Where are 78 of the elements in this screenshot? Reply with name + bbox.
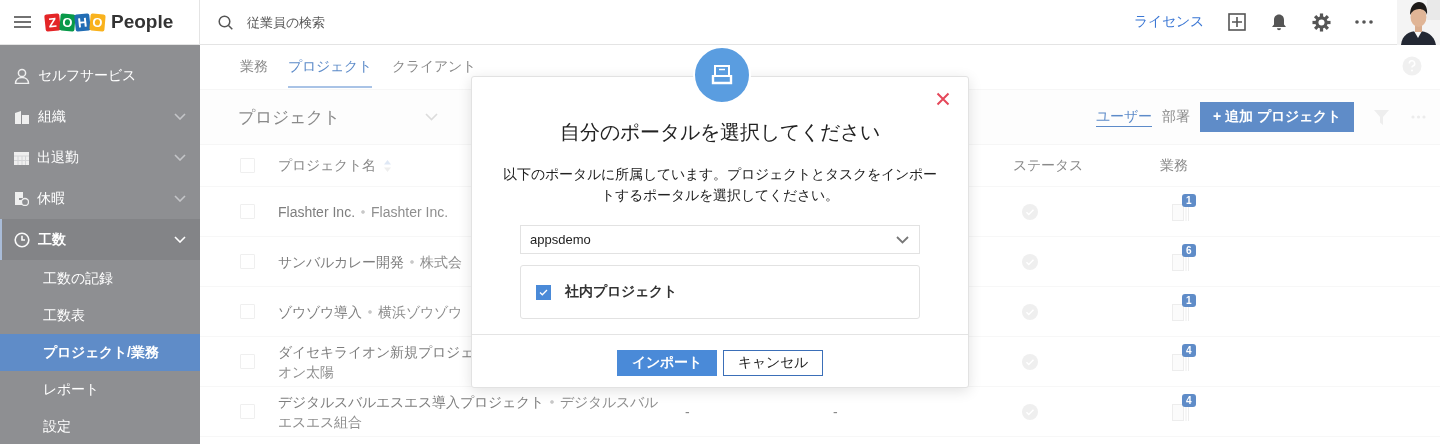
- document-icon[interactable]: [1172, 253, 1190, 271]
- cancel-button[interactable]: キャンセル: [723, 350, 823, 376]
- close-icon: [936, 92, 950, 106]
- client-name: 横浜ゾウゾウ: [378, 302, 462, 322]
- chevron-icon[interactable]: [174, 154, 186, 161]
- column-header[interactable]: ステータス: [1013, 156, 1160, 175]
- separator-dot-icon: [550, 399, 554, 404]
- client-name: オン太陽: [278, 362, 334, 382]
- logo-letter: O: [89, 12, 106, 32]
- tab[interactable]: クライアント: [392, 46, 476, 88]
- count-badge: 6: [1182, 243, 1196, 257]
- filter-link[interactable]: ユーザー: [1096, 107, 1153, 127]
- product-name: People: [111, 11, 174, 33]
- clock-icon: [14, 231, 30, 248]
- separator-dot-icon: [368, 309, 372, 314]
- column-header[interactable]: 業務: [1160, 156, 1440, 175]
- sidebar-item[interactable]: セルフサービス: [0, 55, 200, 96]
- building-icon: [14, 109, 30, 124]
- client-name: エスエス組合: [278, 412, 362, 432]
- table-cell-text: -: [685, 403, 691, 420]
- sidebar-subitem[interactable]: レポート: [0, 371, 200, 408]
- close-button[interactable]: [936, 92, 950, 106]
- document-icon[interactable]: [1172, 353, 1190, 371]
- separator-dot-icon: [361, 209, 366, 214]
- dialog-description: 以下のポータルに所属しています。プロジェクトとタスクをインポートするポータルを選択してください。: [502, 166, 938, 205]
- document-icon: [14, 191, 29, 206]
- import-button[interactable]: インポート: [617, 350, 717, 376]
- menu-icon[interactable]: [14, 16, 31, 28]
- checkbox[interactable]: [536, 284, 551, 300]
- more-icon[interactable]: [1355, 20, 1373, 24]
- project-name[interactable]: デジタルスバルエスエス導入プロジェクト: [278, 391, 544, 412]
- filter-link[interactable]: 部署: [1162, 108, 1191, 126]
- client-name: 株式会: [420, 252, 462, 272]
- search-icon: [218, 14, 233, 30]
- settings-icon[interactable]: [1312, 12, 1331, 32]
- sidebar-item[interactable]: 休暇: [0, 178, 200, 219]
- count-badge: 1: [1182, 293, 1196, 307]
- notification-icon[interactable]: [1270, 13, 1288, 31]
- count-badge: 4: [1182, 393, 1196, 407]
- table-cell-text: -: [833, 403, 839, 420]
- sidebar-subitem[interactable]: 設定: [0, 408, 200, 444]
- document-icon[interactable]: [1172, 403, 1190, 421]
- document-icon[interactable]: [1172, 203, 1190, 221]
- client-name: Flashter Inc.: [371, 202, 449, 222]
- logo-letter: H: [74, 12, 91, 32]
- tab[interactable]: プロジェクト: [288, 46, 372, 88]
- tab[interactable]: 業務: [240, 46, 268, 88]
- view-dropdown[interactable]: プロジェクト: [238, 105, 425, 129]
- count-badge: 1: [1182, 193, 1196, 207]
- project-name[interactable]: ゾウゾウ導入: [278, 301, 362, 322]
- person-icon: [14, 67, 30, 84]
- sidebar-subitem[interactable]: 工数の記録: [0, 260, 200, 297]
- calendar-icon: [14, 150, 29, 165]
- project-name[interactable]: Flashter Inc.: [278, 201, 356, 222]
- dialog-title: 自分のポータルを選択してください: [560, 120, 880, 145]
- separator-dot-icon: [410, 259, 414, 264]
- logo-letter: Z: [44, 12, 61, 32]
- sidebar-item[interactable]: 組織: [0, 96, 200, 137]
- chevron-icon[interactable]: [174, 113, 186, 120]
- portal-select[interactable]: appsdemo: [520, 225, 920, 254]
- add-icon[interactable]: [1228, 13, 1246, 31]
- checkbox-label: 社内プロジェクト: [565, 283, 677, 301]
- project-name[interactable]: サンバルカレー開発: [278, 251, 404, 272]
- sidebar-subitem[interactable]: 工数表: [0, 297, 200, 334]
- column-header[interactable]: プロジェクト名: [278, 156, 376, 175]
- client-name: デジタルスバル: [560, 392, 658, 412]
- sidebar-item[interactable]: 工数: [0, 219, 200, 260]
- sidebar-subitem[interactable]: プロジェクト/業務: [0, 334, 200, 371]
- license-link[interactable]: ライセンス: [1134, 13, 1204, 31]
- document-icon[interactable]: [1172, 303, 1190, 321]
- chevron-icon[interactable]: [174, 195, 186, 202]
- sidebar-item[interactable]: 出退勤: [0, 137, 200, 178]
- checkmark-icon: [539, 288, 548, 296]
- count-badge: 4: [1182, 343, 1196, 357]
- logo-letter: O: [59, 12, 76, 32]
- chevron-down-icon: [896, 235, 909, 244]
- sort-icon[interactable]: [384, 159, 391, 172]
- add-project-button[interactable]: + 追加 プロジェクト: [1200, 102, 1354, 132]
